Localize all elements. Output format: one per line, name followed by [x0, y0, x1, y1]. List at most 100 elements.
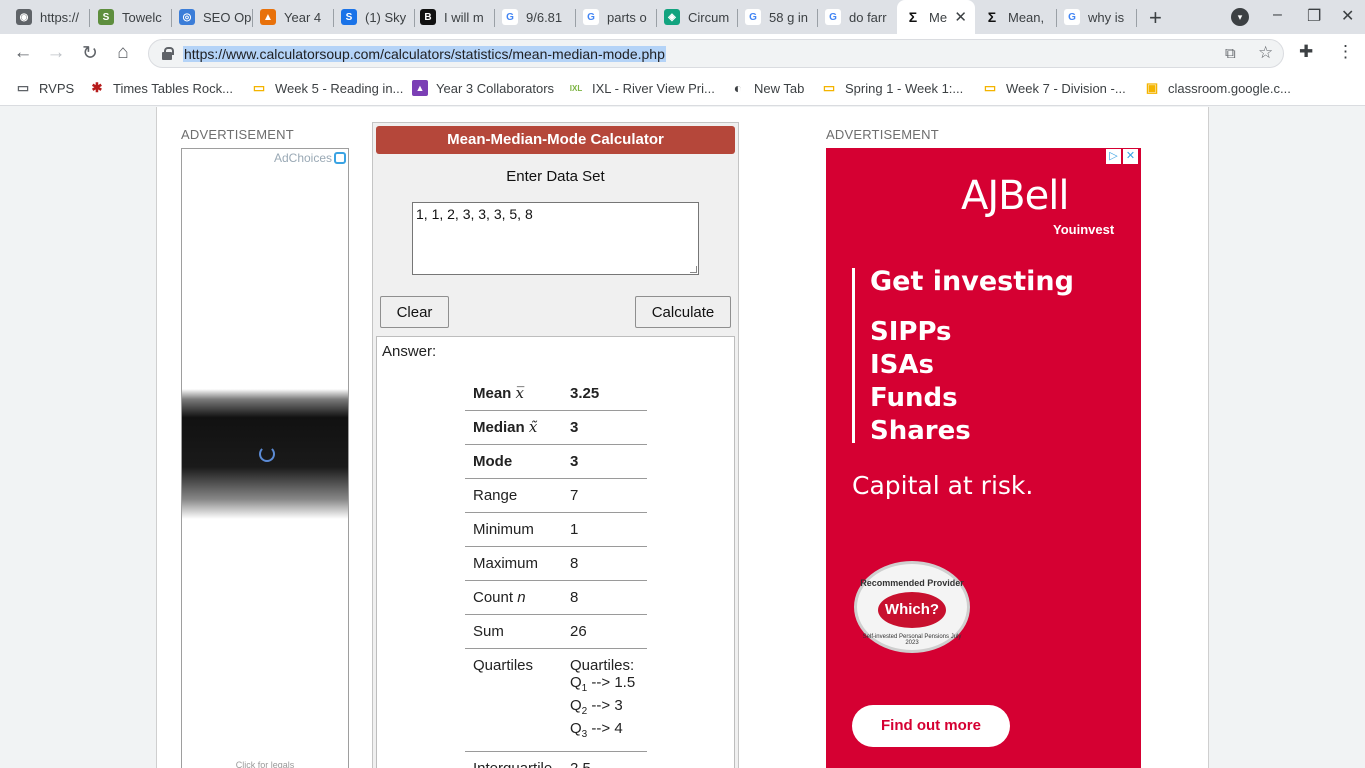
data-set-input[interactable]: 1, 1, 2, 3, 3, 3, 5, 8: [412, 202, 699, 275]
globe-icon: ◐: [733, 80, 743, 96]
browser-tab-active[interactable]: Σ Me ✕: [897, 0, 975, 34]
ad-video[interactable]: [182, 389, 348, 519]
range-value: 7: [562, 478, 647, 513]
bookmark-label: classroom.google.c...: [1168, 80, 1291, 96]
result-key: Median x̃: [465, 410, 562, 445]
adchoices-icon[interactable]: ▷: [1106, 149, 1121, 164]
adchoices-label: AdChoices: [273, 151, 332, 165]
bookmark-item[interactable]: ▭ Week 7 - Division -...: [982, 80, 1126, 96]
browser-tab[interactable]: S (1) Sky: [333, 4, 413, 30]
tab-strip: ◉ https:// S Towelc ◎ SEO Op ▲ Year 4 S …: [0, 0, 1365, 34]
quartiles-value: Quartiles: Q1 --> 1.5 Q2 --> 3 Q3 --> 4: [562, 648, 647, 752]
tab-title: Year 4: [284, 9, 322, 25]
find-out-more-button[interactable]: Find out more: [852, 705, 1010, 747]
median-label: Median: [473, 419, 525, 436]
bookmark-item[interactable]: ▭ RVPS: [15, 80, 74, 96]
url-text[interactable]: https://www.calculatorsoup.com/calculato…: [183, 46, 666, 62]
bookmark-item[interactable]: ▲ Year 3 Collaborators: [412, 80, 554, 96]
clear-button[interactable]: Clear: [380, 296, 449, 328]
iqr-label: Interquartile Range IQR: [465, 751, 562, 768]
bookmark-label: Year 3 Collaborators: [436, 80, 555, 96]
adchoices-link[interactable]: AdChoices: [274, 151, 346, 165]
count-symbol: n: [517, 589, 526, 606]
left-advertisement[interactable]: AdChoices Click for legals: [181, 148, 349, 768]
calculate-button[interactable]: Calculate: [635, 296, 731, 328]
tab-title: 9/6.81: [526, 9, 563, 25]
which-logo: Which?: [878, 592, 946, 628]
minimize-icon[interactable]: –: [1273, 6, 1282, 24]
maximum-label: Maximum: [465, 546, 562, 581]
range-label: Range: [465, 478, 562, 513]
result-row-mean: Mean x̅ 3.25: [465, 377, 647, 411]
tab-title: I will m: [444, 9, 484, 25]
install-app-icon[interactable]: ⧉: [1225, 45, 1236, 62]
reload-icon[interactable]: ↻: [79, 42, 101, 65]
google-icon: G: [502, 9, 518, 25]
extensions-icon[interactable]: ✚: [1299, 42, 1313, 62]
result-key: Count n: [465, 580, 562, 615]
browser-tab[interactable]: ◈ Circum: [656, 4, 736, 30]
browser-tab[interactable]: S Towelc: [90, 4, 170, 30]
browser-tab[interactable]: Σ Mean,: [976, 4, 1056, 30]
back-icon[interactable]: ←: [12, 42, 34, 64]
tab-favicon-icon: ◉: [16, 9, 32, 25]
browser-tab[interactable]: G 9/6.81: [494, 4, 574, 30]
tab-title: https://: [40, 9, 80, 25]
browser-tab[interactable]: B I will m: [412, 4, 492, 30]
maximum-value: 8: [562, 546, 647, 581]
adchoices-icon: [334, 152, 346, 164]
browser-tab[interactable]: G parts o: [575, 4, 655, 30]
close-tab-icon[interactable]: ✕: [954, 8, 967, 26]
lock-icon[interactable]: [162, 47, 174, 60]
bookmark-item[interactable]: ▣ classroom.google.c...: [1144, 80, 1291, 96]
tab-favicon-icon: S: [341, 9, 357, 25]
new-tab-icon[interactable]: +: [1149, 5, 1162, 31]
ixl-icon: IXL: [569, 83, 583, 93]
browser-tab[interactable]: G 58 g in: [737, 4, 817, 30]
ad-brand-logo: AJBell: [961, 173, 1069, 219]
close-window-icon[interactable]: ✕: [1341, 6, 1354, 26]
answer-label: Answer:: [382, 343, 437, 360]
bookmark-item[interactable]: ◐ New Tab: [730, 80, 805, 96]
address-bar[interactable]: https://www.calculatorsoup.com/calculato…: [148, 39, 1284, 68]
browser-tab[interactable]: ◎ SEO Op: [171, 4, 251, 30]
tab-favicon-icon: ◈: [664, 9, 680, 25]
menu-icon[interactable]: ⋮: [1337, 42, 1354, 62]
browser-tab[interactable]: ◉ https://: [8, 4, 88, 30]
bookmark-item[interactable]: ✱ Times Tables Rock...: [89, 80, 233, 96]
right-advertisement[interactable]: ▷ ✕ AJBell Youinvest Get investing SIPPs…: [826, 148, 1141, 768]
answer-box: Answer: Mean x̅ 3.25 Median x̃ 3 Mode 3 …: [376, 336, 735, 768]
which-badge: Recommended Provider Which? Self-investe…: [854, 561, 970, 653]
ad-legals-link[interactable]: Click for legals: [182, 760, 348, 768]
calculator-title: Mean-Median-Mode Calculator: [376, 126, 735, 154]
bookmark-star-icon[interactable]: ☆: [1258, 43, 1273, 63]
browser-toolbar: ← → ↻ ⌂ https://www.calculatorsoup.com/c…: [0, 34, 1365, 72]
forward-icon[interactable]: →: [45, 42, 67, 64]
close-ad-icon[interactable]: ✕: [1123, 149, 1138, 164]
bookmark-item[interactable]: ▭ Spring 1 - Week 1:...: [821, 80, 963, 96]
web-page: ADVERTISEMENT AdChoices Click for legals…: [0, 107, 1365, 768]
classroom-icon: ▣: [1145, 80, 1159, 95]
q3-value: --> 4: [591, 720, 623, 737]
data-set-label: Enter Data Set: [506, 168, 605, 185]
tab-title: Towelc: [122, 9, 162, 25]
restore-icon[interactable]: ❐: [1307, 6, 1321, 26]
result-row-maximum: Maximum 8: [465, 546, 647, 581]
ad-item: Shares: [870, 416, 971, 446]
ad-item: SIPPs: [870, 317, 952, 347]
browser-tab[interactable]: ▲ Year 4: [252, 4, 332, 30]
tab-search-icon[interactable]: ▾: [1231, 8, 1249, 26]
result-row-count: Count n 8: [465, 580, 647, 615]
count-label: Count: [473, 589, 514, 606]
resize-handle-icon[interactable]: [690, 266, 697, 273]
slides-icon: ▭: [983, 80, 997, 95]
bookmark-label: Times Tables Rock...: [113, 80, 233, 96]
result-row-range: Range 7: [465, 478, 647, 513]
folder-icon: ▭: [16, 80, 30, 95]
browser-tab[interactable]: G do farr: [817, 4, 897, 30]
result-row-iqr: Interquartile Range IQR 2.5: [465, 751, 647, 768]
bookmark-item[interactable]: IXL IXL - River View Pri...: [568, 80, 715, 96]
home-icon[interactable]: ⌂: [112, 42, 134, 64]
bookmark-item[interactable]: ▭ Week 5 - Reading in...: [251, 80, 404, 96]
browser-tab[interactable]: G why is: [1056, 4, 1136, 30]
